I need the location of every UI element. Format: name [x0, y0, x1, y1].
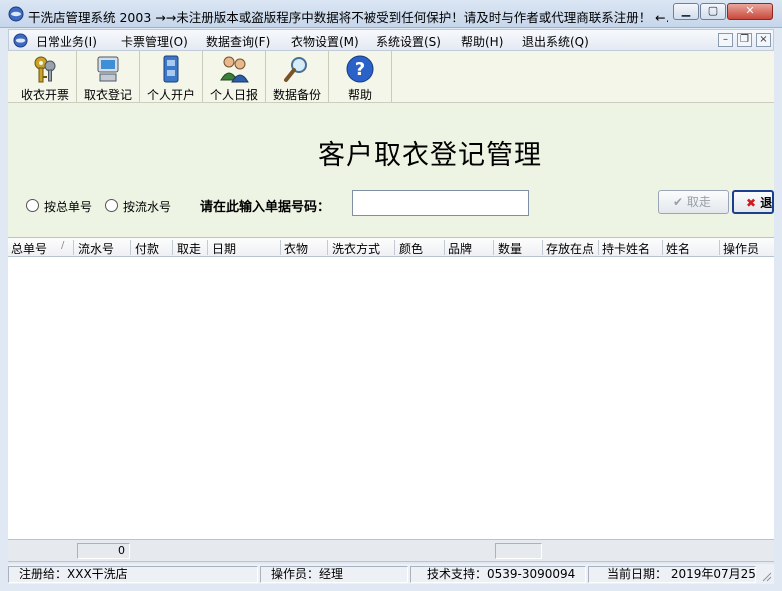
column-divider[interactable]	[542, 240, 543, 255]
close-button[interactable]: ✕	[727, 3, 773, 20]
mdi-close-button[interactable]: ×	[756, 33, 771, 47]
x-icon: ✖	[746, 196, 757, 210]
status-registered-to: 注册给：XXX干洗店	[8, 566, 258, 583]
title-bar: 干洗店管理系统 2003 →→未注册版本或盗版程序中数据将不被受到任何保护！请及…	[0, 0, 782, 28]
people-icon	[220, 56, 249, 83]
exit-button[interactable]: ✖ 退	[732, 190, 774, 214]
column-divider[interactable]	[280, 240, 281, 255]
minimize-icon: –	[723, 34, 728, 45]
pickup-button-label: 取走	[686, 195, 711, 209]
maximize-button[interactable]: ▢	[700, 3, 726, 20]
mdi-minimize-button[interactable]: –	[718, 33, 733, 47]
col-header-date[interactable]: 日期	[212, 240, 236, 257]
status-current-date: 当前日期： 2019年07月25日	[588, 566, 756, 583]
status-tech-support: 技术支持：0539-3090094	[410, 566, 586, 583]
exit-button-label: 退	[760, 196, 773, 210]
app-icon	[8, 6, 24, 22]
radio-by-order-number[interactable]: 按总单号	[26, 198, 92, 215]
column-divider[interactable]	[662, 240, 663, 255]
magnifier-icon	[284, 57, 307, 82]
col-header-storage-location[interactable]: 存放在点	[546, 240, 594, 257]
radio-by-serial-number[interactable]: 按流水号	[105, 198, 171, 215]
toolbar: 收衣开票 取衣登记 个人开户 个人日报 数据备份 ? 帮助	[8, 51, 774, 103]
sort-indicator-icon: /	[61, 240, 65, 251]
radio-by-order-label: 按总单号	[44, 200, 93, 214]
radio-by-serial-label: 按流水号	[123, 200, 172, 214]
col-header-operator[interactable]: 操作员	[723, 240, 759, 257]
check-icon: ✔	[673, 195, 684, 209]
grid-header: 总单号 / 流水号 付款 取走 日期 衣物 洗衣方式 颜色 品牌 数量 存放在点…	[8, 237, 774, 257]
close-icon: ✕	[745, 4, 755, 17]
menu-ticket-management[interactable]: 卡票管理(O)	[121, 33, 188, 50]
column-divider[interactable]	[130, 240, 131, 255]
resize-grip-icon[interactable]	[760, 570, 772, 582]
toolbar-open-account-button[interactable]: 个人开户	[140, 51, 203, 102]
input-prompt-label: 请在此输入单据号码：	[200, 200, 331, 215]
toolbar-receive-clothes-label: 收衣开票	[20, 88, 69, 102]
help-icon: ?	[346, 55, 374, 83]
col-header-wash-method[interactable]: 洗衣方式	[332, 240, 380, 257]
pickup-panel: 客户取衣登记管理 按总单号 按流水号 请在此输入单据号码： ✔ 取走 ✖ 退	[8, 103, 774, 237]
menu-system-settings[interactable]: 系统设置(S)	[376, 33, 441, 50]
menu-help[interactable]: 帮助(H)	[461, 33, 503, 50]
window-title: 干洗店管理系统 2003 →→未注册版本或盗版程序中数据将不被受到任何保护！请及…	[28, 10, 668, 25]
toolbar-help-button[interactable]: ? 帮助	[329, 51, 392, 102]
column-divider[interactable]	[327, 240, 328, 255]
column-divider[interactable]	[207, 240, 208, 255]
cabinet-icon	[163, 55, 179, 83]
col-header-clothing[interactable]: 衣物	[284, 240, 308, 257]
column-divider[interactable]	[394, 240, 395, 255]
column-divider[interactable]	[444, 240, 445, 255]
app-menu-icon[interactable]	[13, 33, 28, 48]
toolbar-data-backup-button[interactable]: 数据备份	[266, 51, 329, 102]
col-header-serial-number[interactable]: 流水号	[78, 240, 114, 257]
status-bar: 注册给：XXX干洗店 操作员：经理 技术支持：0539-3090094 当前日期…	[8, 564, 774, 584]
page-title: 客户取衣登记管理	[318, 140, 542, 171]
minimize-icon: ▁	[681, 4, 691, 17]
col-header-cardholder-name[interactable]: 持卡姓名	[602, 240, 650, 257]
menu-daily-business[interactable]: 日常业务(I)	[36, 33, 97, 50]
column-divider[interactable]	[172, 240, 173, 255]
col-header-name[interactable]: 姓名	[666, 240, 690, 257]
toolbar-help-label: 帮助	[347, 88, 372, 102]
menu-exit-system[interactable]: 退出系统(Q)	[522, 33, 589, 50]
maximize-icon: ▢	[707, 4, 719, 17]
col-header-brand[interactable]: 品牌	[448, 240, 472, 257]
toolbar-daily-report-button[interactable]: 个人日报	[203, 51, 266, 102]
col-header-color[interactable]: 颜色	[399, 240, 423, 257]
toolbar-pickup-register-label: 取衣登记	[83, 88, 132, 102]
restore-icon: ❐	[740, 34, 749, 45]
toolbar-data-backup-label: 数据备份	[272, 88, 321, 102]
computer-icon	[97, 56, 119, 82]
totals-row: 0	[8, 540, 774, 562]
col-header-order-number[interactable]: 总单号	[11, 240, 47, 257]
toolbar-receive-clothes-button[interactable]: 收衣开票	[14, 51, 77, 102]
keys-icon	[34, 56, 56, 83]
column-divider[interactable]	[598, 240, 599, 255]
svg-text:?: ?	[355, 59, 365, 80]
total-quantity-cell	[495, 543, 542, 559]
radio-circle[interactable]	[105, 199, 118, 212]
total-count-cell: 0	[77, 543, 130, 559]
col-header-quantity[interactable]: 数量	[498, 240, 522, 257]
document-number-input[interactable]	[352, 190, 529, 216]
close-icon: ×	[759, 34, 768, 45]
menu-data-query[interactable]: 数据查询(F)	[206, 33, 270, 50]
mdi-restore-button[interactable]: ❐	[737, 33, 752, 47]
col-header-picked-up[interactable]: 取走	[177, 240, 201, 257]
column-divider[interactable]	[493, 240, 494, 255]
status-operator: 操作员：经理	[260, 566, 408, 583]
toolbar-daily-report-label: 个人日报	[209, 88, 258, 102]
toolbar-pickup-register-button[interactable]: 取衣登记	[77, 51, 140, 102]
col-header-payment[interactable]: 付款	[135, 240, 159, 257]
minimize-button[interactable]: ▁	[673, 3, 699, 20]
toolbar-open-account-label: 个人开户	[146, 88, 195, 102]
column-divider[interactable]	[73, 240, 74, 255]
column-divider[interactable]	[719, 240, 720, 255]
radio-circle[interactable]	[26, 199, 39, 212]
records-grid[interactable]	[8, 257, 774, 540]
pickup-button[interactable]: ✔ 取走	[658, 190, 729, 214]
menu-bar: 日常业务(I) 卡票管理(O) 数据查询(F) 衣物设置(M) 系统设置(S) …	[8, 29, 774, 51]
menu-clothing-settings[interactable]: 衣物设置(M)	[291, 33, 359, 50]
